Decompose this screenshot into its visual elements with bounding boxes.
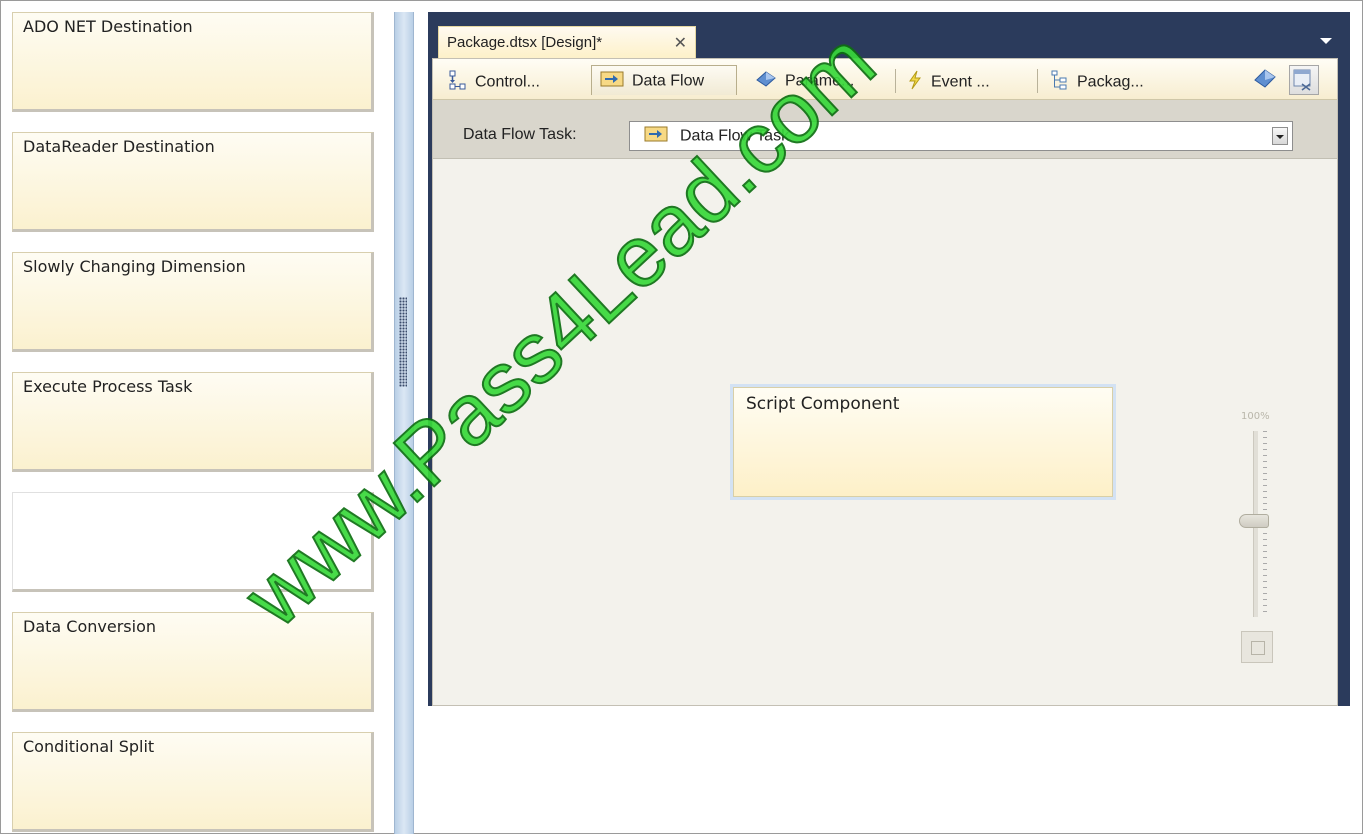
toolbox-item-label: Data Conversion: [23, 617, 156, 636]
toolbox-item-label: ADO NET Destination: [23, 17, 193, 36]
data-flow-task-icon: [644, 126, 668, 147]
toolbox-item-slowly-changing-dimension[interactable]: Slowly Changing Dimension: [12, 252, 374, 352]
control-flow-icon: [449, 70, 467, 95]
panel-splitter[interactable]: [394, 12, 414, 834]
toolbox-item-label: Conditional Split: [23, 737, 155, 756]
toolbox-item-label: DataReader Destination: [23, 137, 215, 156]
variables-toolbar-button[interactable]: [1289, 65, 1319, 95]
designer-surface: Control... Data Flow Parame... Event ...: [432, 58, 1338, 706]
splitter-grip-icon[interactable]: [399, 297, 407, 387]
parameters-toolbar-icon: [1251, 69, 1279, 97]
script-component-box[interactable]: Script Component: [730, 384, 1116, 500]
document-tab-package[interactable]: Package.dtsx [Design]* ✕: [438, 26, 696, 58]
data-flow-task-selected: Data Flow Task: [680, 127, 790, 145]
tab-event-handlers[interactable]: Event ...: [899, 65, 1035, 95]
parameters-icon: [755, 70, 777, 93]
toolbox-item-label: Execute Process Task: [23, 377, 193, 396]
chevron-down-icon[interactable]: [1272, 127, 1288, 145]
package-explorer-icon: [1051, 70, 1069, 95]
data-flow-task-select[interactable]: Data Flow Task: [629, 121, 1293, 151]
package-designer: Package.dtsx [Design]* ✕ Control... Data…: [428, 12, 1350, 706]
tab-data-flow[interactable]: Data Flow: [591, 65, 737, 95]
tab-separator: [895, 69, 896, 93]
tab-label: Data Flow: [632, 72, 705, 90]
toolbox-item-ado-net-destination[interactable]: ADO NET Destination: [12, 12, 374, 112]
tab-label: Parame...: [785, 72, 855, 90]
event-handlers-icon: [907, 70, 923, 95]
toolbox-item-datareader-destination[interactable]: DataReader Destination: [12, 132, 374, 232]
toolbox-item-data-conversion[interactable]: Data Conversion: [12, 612, 374, 712]
tab-label: Control...: [475, 73, 540, 91]
zoom-to-fit-icon[interactable]: [1241, 631, 1273, 663]
zoom-percent-label: 100%: [1241, 411, 1270, 422]
tab-label: Packag...: [1077, 73, 1144, 91]
document-tab-title: Package.dtsx [Design]*: [447, 34, 603, 51]
data-flow-canvas[interactable]: Script Component 100%: [433, 159, 1337, 705]
tab-parameters[interactable]: Parame...: [747, 65, 887, 95]
variables-window-icon: [1290, 69, 1318, 98]
designer-tabstrip: Control... Data Flow Parame... Event ...: [433, 59, 1337, 100]
toolbox-item-conditional-split[interactable]: Conditional Split: [12, 732, 374, 832]
data-flow-icon: [600, 71, 624, 92]
tab-control-flow[interactable]: Control...: [441, 65, 583, 95]
data-flow-task-bar: Data Flow Task: Data Flow Task: [433, 100, 1337, 159]
close-icon[interactable]: ✕: [674, 33, 687, 53]
zoom-slider-thumb[interactable]: [1239, 514, 1269, 528]
script-component-label: Script Component: [746, 394, 900, 414]
tab-package-explorer[interactable]: Packag...: [1043, 65, 1193, 95]
window-menu-arrow-icon[interactable]: [1320, 38, 1332, 44]
tab-label: Event ...: [931, 73, 990, 91]
data-flow-task-label: Data Flow Task:: [463, 126, 577, 143]
parameters-toolbar-button[interactable]: [1251, 65, 1281, 95]
toolbox-item-empty-slot[interactable]: [12, 492, 374, 592]
toolbox-item-label: Slowly Changing Dimension: [23, 257, 246, 276]
toolbox-item-execute-process-task[interactable]: Execute Process Task: [12, 372, 374, 472]
tab-separator: [1037, 69, 1038, 93]
